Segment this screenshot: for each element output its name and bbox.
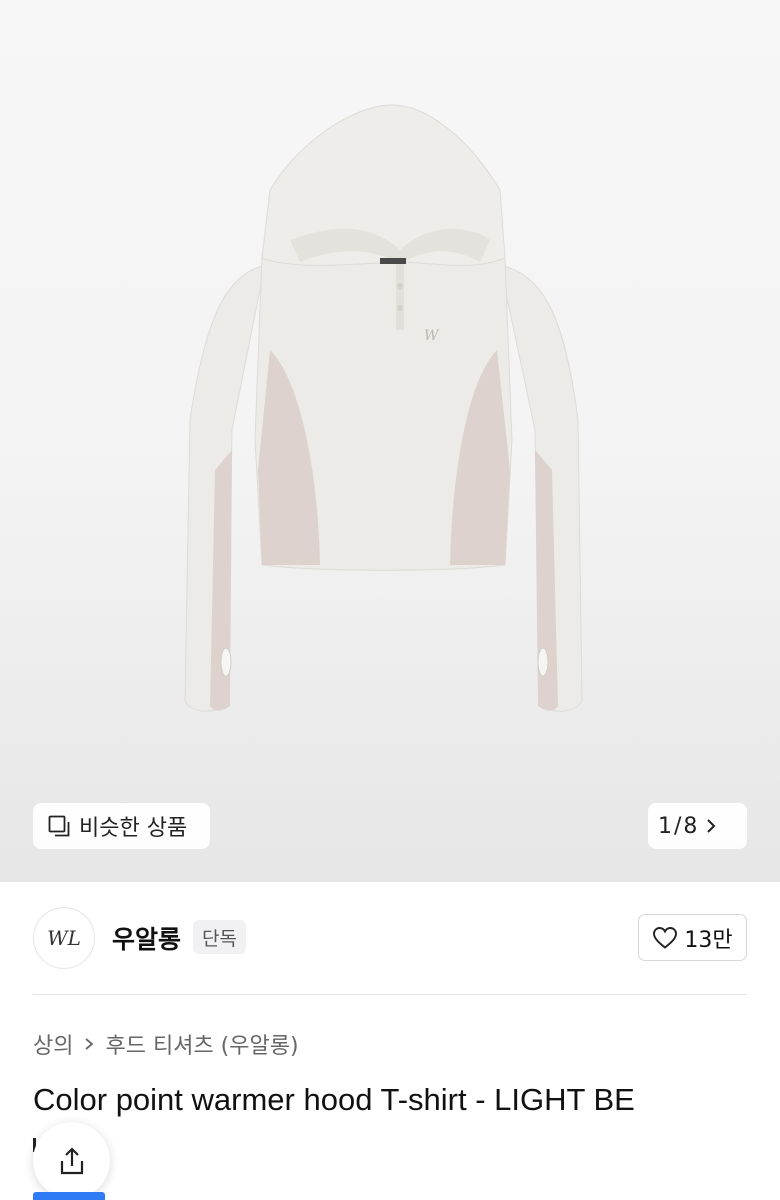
svg-text:W: W <box>424 328 440 344</box>
similar-products-label: 비슷한 상품 <box>79 816 188 841</box>
pager-separator: / <box>674 813 682 839</box>
divider <box>33 994 747 995</box>
chevron-right-icon <box>707 819 716 833</box>
brand-name-link[interactable]: 우알롱 <box>112 920 181 956</box>
share-button[interactable] <box>33 1122 110 1199</box>
pager-current: 1 <box>658 813 672 839</box>
brand-logo[interactable]: WL <box>33 907 95 969</box>
brand-row: WL 우알롱 단독 13만 <box>0 882 780 994</box>
share-icon <box>60 1146 83 1174</box>
product-title: Color point warmer hood T-shirt - LIGHT … <box>33 1082 635 1117</box>
breadcrumb-category[interactable]: 상의 <box>33 1028 73 1060</box>
exclusive-badge: 단독 <box>193 920 246 954</box>
heart-icon <box>653 926 678 949</box>
product-image-gallery[interactable]: W 비슷한 상품 1 / 8 <box>0 0 780 882</box>
pager-total: 8 <box>683 813 698 839</box>
chevron-right-icon <box>85 1038 94 1050</box>
breadcrumb: 상의 후드 티셔츠 (우알롱) <box>33 1028 299 1060</box>
copy-icon <box>48 815 70 837</box>
blue-button-peek[interactable] <box>33 1192 105 1200</box>
like-count: 13만 <box>684 927 733 953</box>
like-button[interactable]: 13만 <box>638 914 747 961</box>
breadcrumb-subcategory[interactable]: 후드 티셔츠 (우알롱) <box>105 1028 298 1060</box>
image-pager[interactable]: 1 / 8 <box>648 803 747 849</box>
product-photo: W <box>184 104 583 712</box>
similar-products-button[interactable]: 비슷한 상품 <box>33 803 210 849</box>
